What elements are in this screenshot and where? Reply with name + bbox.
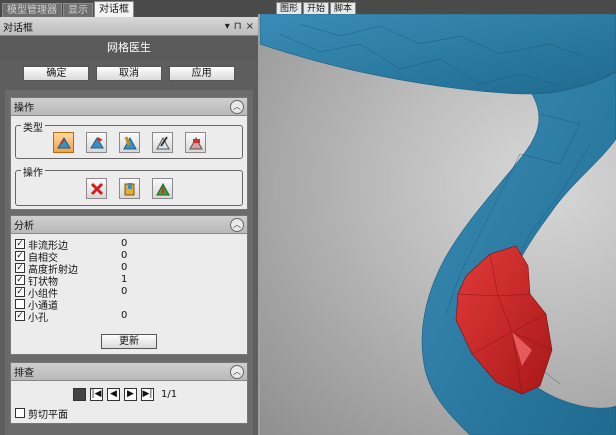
analysis-count: 0 (121, 286, 128, 297)
dialog-panel: 模型管理器 显示 对话框 对话框 ▾ ⊓ × 网格医生 确定 取消 应用 操作 … (0, 0, 258, 435)
operation-section: 操作 ︿ 类型 操作 (10, 97, 248, 210)
stop-icon[interactable] (73, 388, 86, 401)
delete-icon[interactable] (86, 178, 107, 199)
last-page-icon[interactable]: ▶| (141, 388, 154, 401)
checkbox[interactable]: ✓ (15, 311, 25, 321)
dialog-scroll-area[interactable]: 操作 ︿ 类型 操作 分析 ︿ ✓ 非流形边 0 ✓ 自相交 0 ✓ 高度折射边… (5, 90, 253, 435)
analysis-count: 1 (121, 274, 128, 285)
update-button[interactable]: 更新 (101, 334, 157, 349)
pen-icon[interactable] (152, 132, 173, 153)
mesh-render (260, 14, 616, 435)
tab-graphics[interactable]: 图形 (276, 2, 303, 14)
analysis-label: 小孔 (28, 312, 48, 324)
collapse-icon[interactable]: ︿ (230, 218, 244, 232)
checkbox[interactable]: ✓ (15, 251, 25, 261)
ops-group: 操作 (15, 164, 243, 206)
type-group-label: 类型 (21, 119, 45, 134)
pin-icon[interactable]: ⊓ (234, 21, 242, 32)
clip-plane-toggle[interactable]: 剪切平面 (15, 407, 68, 421)
checkbox[interactable]: ✓ (15, 263, 25, 273)
prev-page-icon[interactable]: ◀ (107, 388, 120, 401)
fill-icon[interactable] (119, 178, 140, 199)
panel-title: 对话框 (3, 22, 33, 34)
left-tab-bar: 模型管理器 显示 对话框 (0, 0, 258, 17)
next-page-icon[interactable]: ▶ (124, 388, 137, 401)
checkbox[interactable]: ✓ (15, 239, 25, 249)
dialog-title: 网格医生 (0, 36, 258, 60)
tab-model-manager[interactable]: 模型管理器 (2, 3, 62, 17)
close-icon[interactable]: × (246, 21, 254, 32)
auto-fix-icon[interactable] (53, 132, 74, 153)
checkbox[interactable]: ✓ (15, 275, 25, 285)
review-section: 排查 ︿ |◀ ◀ ▶ ▶| 1/1 剪切平面 (10, 362, 248, 424)
analysis-count: 0 (121, 262, 128, 273)
analysis-count: 0 (121, 310, 128, 321)
mesh-top-arc (260, 14, 616, 95)
3d-viewport[interactable] (260, 14, 616, 435)
operation-section-title: 操作 (14, 103, 34, 114)
analysis-section-header[interactable]: 分析 ︿ (11, 216, 247, 234)
eraser-icon[interactable] (185, 132, 206, 153)
panel-titlebar: 对话框 ▾ ⊓ × (0, 17, 258, 36)
apply-icon[interactable] (152, 178, 173, 199)
type-group: 类型 (15, 119, 243, 159)
clip-plane-label: 剪切平面 (28, 409, 68, 421)
analysis-count: 0 (121, 238, 128, 249)
dropdown-icon[interactable]: ▾ (225, 21, 230, 32)
graphics-area: 图形 开始 脚本 (258, 0, 616, 435)
tab-script[interactable]: 脚本 (330, 2, 357, 14)
flag-icon[interactable] (86, 132, 107, 153)
checkbox[interactable] (15, 299, 25, 309)
tab-display[interactable]: 显示 (63, 3, 93, 17)
page-indicator: 1/1 (161, 389, 178, 400)
collapse-icon[interactable]: ︿ (230, 100, 244, 114)
checkbox[interactable]: ✓ (15, 287, 25, 297)
view-tab-bar: 图形 开始 脚本 (258, 0, 616, 14)
tab-start[interactable]: 开始 (303, 2, 330, 14)
cancel-button[interactable]: 取消 (95, 65, 162, 81)
analysis-section-title: 分析 (14, 221, 34, 232)
apply-button[interactable]: 应用 (168, 65, 235, 81)
analysis-count: 0 (121, 250, 128, 261)
review-section-header[interactable]: 排查 ︿ (11, 363, 247, 381)
first-page-icon[interactable]: |◀ (90, 388, 103, 401)
dialog-button-row: 确定 取消 应用 (0, 60, 258, 86)
ok-button[interactable]: 确定 (23, 65, 90, 81)
select-icon[interactable] (119, 132, 140, 153)
tab-dialog[interactable]: 对话框 (94, 1, 134, 17)
operation-section-header[interactable]: 操作 ︿ (11, 98, 247, 116)
ops-group-label: 操作 (21, 164, 45, 179)
review-section-title: 排查 (14, 368, 34, 379)
collapse-icon[interactable]: ︿ (230, 365, 244, 379)
checkbox[interactable] (15, 408, 25, 418)
analysis-section: 分析 ︿ ✓ 非流形边 0 ✓ 自相交 0 ✓ 高度折射边 0 ✓ 钉状物 1 ✓ 小组件… (10, 215, 248, 355)
list-item[interactable]: ✓ 小孔 (15, 310, 48, 324)
